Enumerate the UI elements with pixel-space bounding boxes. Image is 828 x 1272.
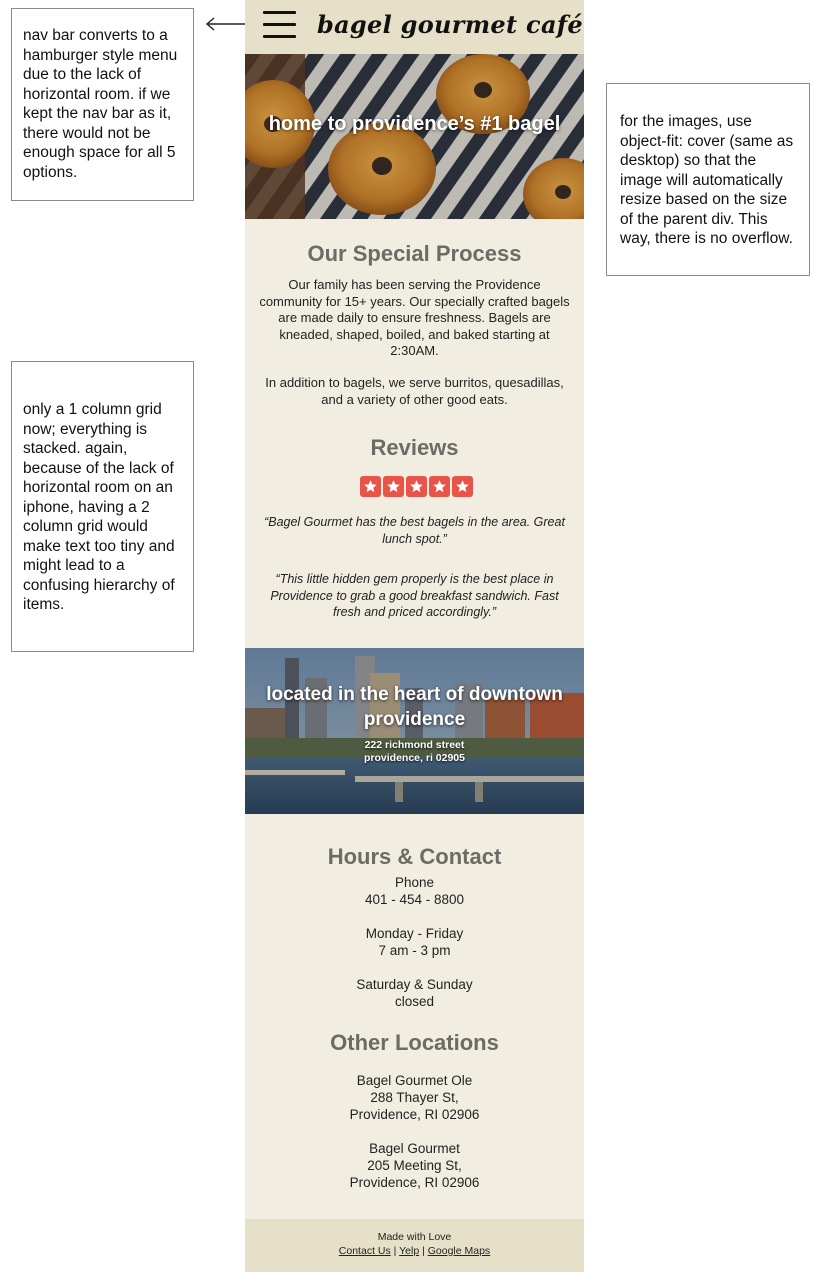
review-2: “This little hidden gem properly is the … [270, 572, 559, 619]
site-brand[interactable]: bagel gourmet café [317, 10, 583, 39]
annotation-image-note: for the images, use object-fit: cover (s… [606, 83, 810, 276]
weekend-hours: closed [394, 994, 435, 1009]
location-name: Bagel Gourmet Ole [356, 1073, 473, 1088]
footer-separator: | [419, 1245, 428, 1257]
bagels-photo [245, 54, 584, 219]
weekday-hours: 7 am - 3 pm [378, 943, 451, 958]
nav-bar: bagel gourmet café [245, 0, 584, 54]
hero-title: home to providence’s #1 bagel [268, 113, 561, 135]
hamburger-icon[interactable] [263, 11, 296, 39]
location-item: Bagel Gourmet 205 Meeting St, Providence… [259, 1140, 570, 1191]
location-city: Providence, RI 02906 [349, 1175, 480, 1190]
weekday-label: Monday - Friday [365, 926, 464, 941]
weekend-label: Saturday & Sunday [356, 977, 473, 992]
star-icon [383, 476, 404, 497]
footer-made-with-love: Made with Love [377, 1231, 452, 1243]
location-name: Bagel Gourmet [369, 1141, 460, 1156]
other-locations-list: Bagel Gourmet Ole 288 Thayer St, Provide… [259, 1072, 570, 1191]
reviews-title: Reviews [370, 435, 459, 460]
process-paragraph-2: In addition to bagels, we serve burritos… [265, 375, 564, 407]
footer: Made with Love Contact Us | Yelp | Googl… [245, 1219, 584, 1272]
star-icon [452, 476, 473, 497]
footer-separator: | [390, 1245, 400, 1257]
location-street: 205 Meeting St, [367, 1158, 462, 1173]
location-street: 288 Thayer St, [370, 1090, 459, 1105]
process-title: Our Special Process [307, 241, 522, 266]
annotation-grid-note: only a 1 column grid now; everything is … [11, 361, 194, 652]
other-locations-title: Other Locations [330, 1030, 499, 1055]
phone-number[interactable]: 401 - 454 - 8800 [259, 891, 570, 908]
location-item: Bagel Gourmet Ole 288 Thayer St, Provide… [259, 1072, 570, 1123]
star-icon [360, 476, 381, 497]
footer-links: Contact Us | Yelp | Google Maps [245, 1245, 584, 1257]
process-paragraph-1: Our family has been serving the Providen… [259, 277, 570, 358]
address-street: 222 richmond street [364, 739, 465, 751]
hours-title: Hours & Contact [327, 844, 502, 869]
google-maps-link[interactable]: Google Maps [428, 1245, 490, 1257]
phone-label: Phone [394, 875, 435, 890]
review-1: “Bagel Gourmet has the best bagels in th… [264, 515, 565, 546]
yelp-link[interactable]: Yelp [399, 1245, 419, 1257]
mobile-page: bagel gourmet café home to providence’s … [245, 0, 584, 1272]
location-banner: located in the heart of downtown provide… [245, 648, 584, 814]
annotation-nav-note: nav bar converts to a hamburger style me… [11, 8, 194, 201]
address-city: providence, ri 02905 [364, 752, 465, 764]
location-city: Providence, RI 02906 [349, 1107, 480, 1122]
star-icon [429, 476, 450, 497]
star-icon [406, 476, 427, 497]
hours-block: Phone 401 - 454 - 8800 Monday - Friday 7… [259, 874, 570, 1010]
location-address: 222 richmond street providence, ri 02905 [245, 739, 584, 765]
hero-banner: home to providence’s #1 bagel [245, 54, 584, 219]
star-rating [360, 476, 473, 497]
location-title: located in the heart of downtown provide… [266, 684, 563, 730]
contact-us-link[interactable]: Contact Us [339, 1245, 391, 1257]
